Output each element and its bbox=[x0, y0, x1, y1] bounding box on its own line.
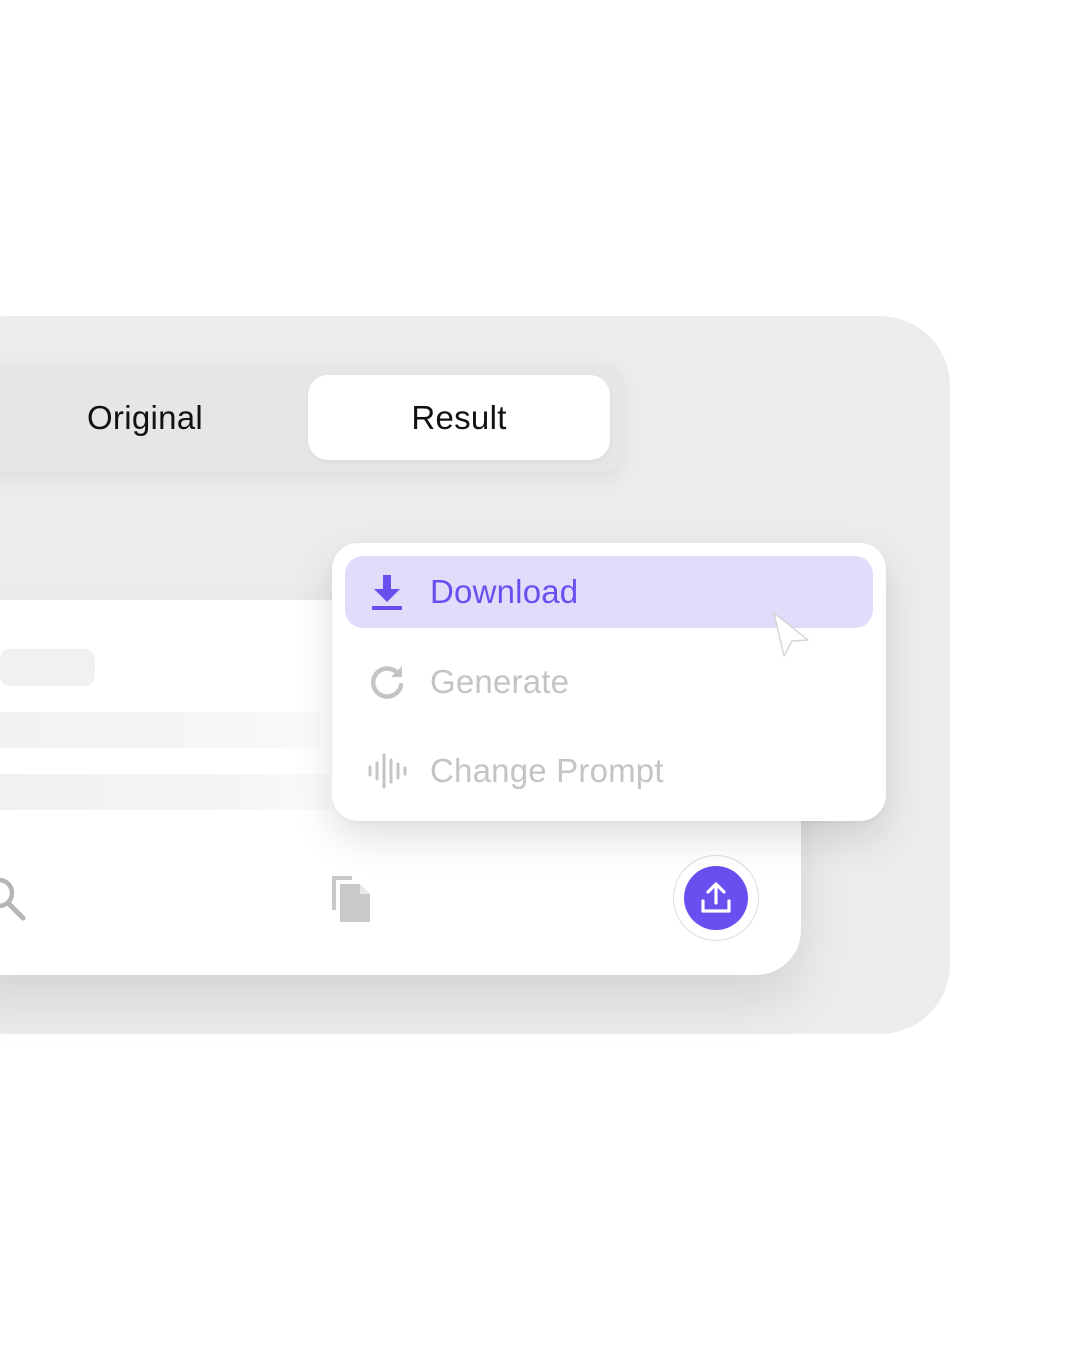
tab-original[interactable]: Original bbox=[0, 363, 290, 472]
tab-result[interactable]: Result bbox=[308, 375, 610, 460]
upload-icon bbox=[701, 882, 731, 913]
menu-item-label: Download bbox=[430, 573, 579, 610]
upload-button-inner bbox=[684, 866, 748, 930]
audio-wave-icon bbox=[365, 749, 409, 793]
download-icon bbox=[365, 570, 409, 614]
upload-button[interactable] bbox=[673, 855, 759, 941]
canvas: Original Result Download Generate Change… bbox=[0, 0, 1080, 1350]
actions-menu: Download Generate Change Prompt bbox=[332, 543, 886, 821]
refresh-icon bbox=[365, 660, 409, 704]
tab-result-label: Result bbox=[411, 398, 507, 436]
menu-item-label: Generate bbox=[430, 663, 570, 700]
skeleton-line bbox=[0, 649, 95, 686]
menu-item-change-prompt[interactable]: Change Prompt bbox=[345, 735, 873, 807]
search-icon[interactable] bbox=[0, 875, 30, 921]
copy-icon[interactable] bbox=[328, 872, 374, 924]
skeleton-line bbox=[0, 774, 330, 810]
view-toggle: Original Result bbox=[0, 363, 623, 472]
tab-original-label: Original bbox=[86, 398, 204, 436]
mouse-pointer-icon bbox=[773, 612, 809, 657]
skeleton-line bbox=[0, 712, 320, 748]
menu-item-label: Change Prompt bbox=[430, 752, 664, 789]
